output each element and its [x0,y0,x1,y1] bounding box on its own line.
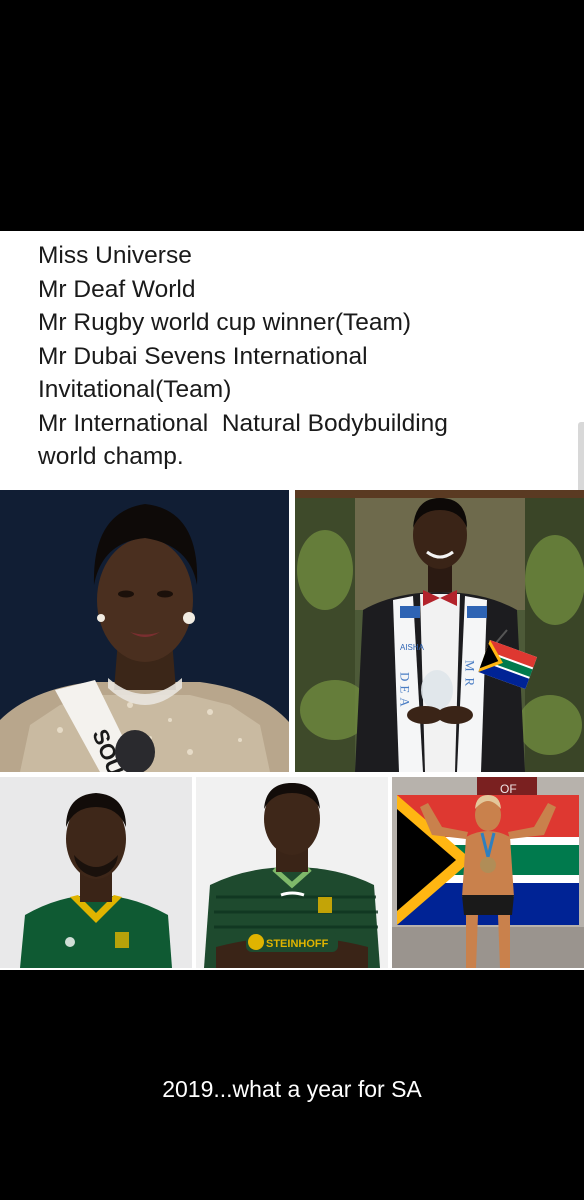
post-caption: 2019...what a year for SA [162,1076,422,1102]
rugby-captain-photo [0,777,192,968]
banner-text: OF [500,782,517,796]
achievement-line: world champ. [38,443,184,470]
miss-universe-photo: SOU [0,490,289,772]
achievement-line: Mr International Natural Bodybuilding [38,409,448,437]
achievement-line: Mr Dubai Sevens International [38,342,368,370]
achievement-line: Mr Deaf World [38,275,196,303]
sash-letters-right: MR [463,660,478,692]
achievement-line: Miss Universe [38,242,192,269]
sponsor-text: STEINHOFF [266,938,329,950]
sash-letters: DEA [398,672,413,711]
sash-logo-text: AISHA [400,643,425,652]
mr-deaf-world-photo: AISHA DEA MR [295,490,584,772]
achievement-line: Invitational(Team) [38,376,232,403]
sevens-player-photo: STEINHOFF [196,777,388,968]
achievements-list: Miss Universe Mr Deaf World Mr Rugby wor… [38,239,558,474]
achievement-line: Mr Rugby world cup winner(Team) [38,309,412,336]
bodybuilder-photo: OF [392,777,584,968]
